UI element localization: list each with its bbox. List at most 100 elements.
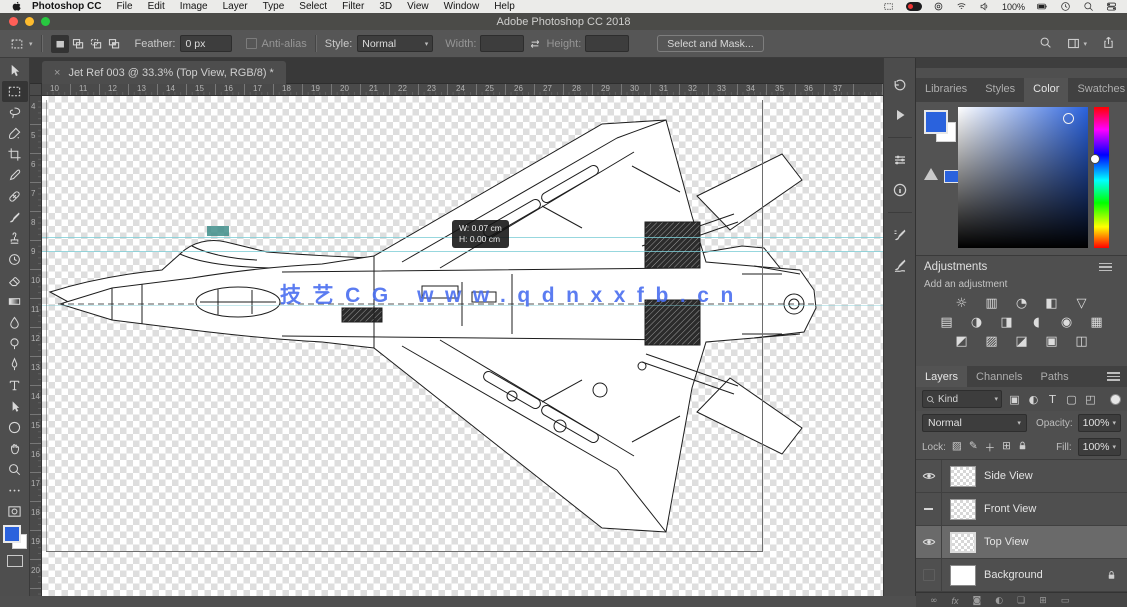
- anti-alias-checkbox[interactable]: Anti-alias: [246, 38, 306, 50]
- tab-libraries[interactable]: Libraries: [916, 78, 976, 102]
- close-icon[interactable]: ×: [54, 67, 60, 79]
- status-ring-icon[interactable]: [933, 1, 945, 12]
- tab-paths[interactable]: Paths: [1032, 366, 1078, 387]
- zoom-tool[interactable]: [2, 459, 28, 480]
- saturation-brightness-picker[interactable]: [958, 107, 1088, 248]
- actions-panel-icon[interactable]: [887, 102, 913, 128]
- threshold-icon[interactable]: ◪: [1010, 333, 1034, 350]
- channel-mixer-icon[interactable]: ◉: [1055, 314, 1079, 331]
- apple-menu-icon[interactable]: [10, 1, 22, 12]
- curves-icon[interactable]: ◔: [1010, 295, 1034, 312]
- hue-saturation-icon[interactable]: ▤: [935, 314, 959, 331]
- filter-pixel-layers-icon[interactable]: ▣: [1006, 391, 1023, 407]
- gradient-tool[interactable]: [2, 291, 28, 312]
- move-tool[interactable]: [2, 60, 28, 81]
- horizontal-ruler[interactable]: 1011121314151617181920212223242526272829…: [42, 84, 883, 96]
- marquee-tool[interactable]: [2, 81, 28, 102]
- filter-kind-select[interactable]: Kind ▾: [922, 390, 1002, 408]
- info-panel-icon[interactable]: [887, 177, 913, 203]
- filter-shape-layers-icon[interactable]: ▢: [1063, 391, 1080, 407]
- quick-mask-button[interactable]: [2, 501, 28, 522]
- add-to-selection-mode-button[interactable]: [69, 35, 87, 53]
- selective-color-icon[interactable]: ▣: [1040, 333, 1064, 350]
- history-brush-tool[interactable]: [2, 249, 28, 270]
- path-selection-tool[interactable]: [2, 396, 28, 417]
- clock-icon[interactable]: [1059, 1, 1071, 12]
- layer-name[interactable]: Top View: [984, 536, 1127, 548]
- eyedropper-tool[interactable]: [2, 165, 28, 186]
- layer-thumbnail[interactable]: [950, 466, 976, 487]
- lock-artboard-icon[interactable]: ⊞: [1002, 440, 1011, 455]
- quick-selection-tool[interactable]: [2, 123, 28, 144]
- menu-file[interactable]: File: [116, 1, 132, 12]
- hue-slider[interactable]: [1094, 107, 1109, 248]
- pen-tool[interactable]: [2, 354, 28, 375]
- filter-smart-objects-icon[interactable]: ◰: [1082, 391, 1099, 407]
- filter-toggle[interactable]: [1110, 394, 1121, 405]
- menu-3d[interactable]: 3D: [379, 1, 392, 12]
- spotlight-search-icon[interactable]: [1082, 1, 1094, 12]
- spot-healing-tool[interactable]: [2, 186, 28, 207]
- levels-icon[interactable]: ▥: [980, 295, 1004, 312]
- color-lookup-icon[interactable]: ▦: [1085, 314, 1109, 331]
- layer-visibility-toggle[interactable]: [916, 559, 942, 591]
- layer-visibility-toggle[interactable]: [916, 526, 942, 558]
- tool-preset-icon[interactable]: [8, 35, 26, 53]
- tab-styles[interactable]: Styles: [976, 78, 1024, 102]
- lock-image-pixels-icon[interactable]: ✎: [969, 440, 978, 455]
- vibrance-icon[interactable]: ▽: [1070, 295, 1094, 312]
- gamut-warning-icon[interactable]: [924, 168, 938, 180]
- photo-filter-icon[interactable]: ◖: [1025, 314, 1049, 331]
- invert-icon[interactable]: ◩: [950, 333, 974, 350]
- filter-type-layers-icon[interactable]: T: [1044, 391, 1061, 407]
- tab-channels[interactable]: Channels: [967, 366, 1031, 387]
- document-tab[interactable]: × Jet Ref 003 @ 33.3% (Top View, RGB/8) …: [42, 61, 286, 84]
- layer-row-front-view[interactable]: Front View: [916, 493, 1127, 526]
- height-input[interactable]: [585, 35, 629, 52]
- color-picker-indicator[interactable]: [1063, 113, 1074, 124]
- black-white-icon[interactable]: ◨: [995, 314, 1019, 331]
- lock-all-icon[interactable]: [1017, 440, 1028, 454]
- crop-tool[interactable]: [2, 144, 28, 165]
- menu-photoshop-cc[interactable]: Photoshop CC: [32, 1, 101, 12]
- menu-type[interactable]: Type: [263, 1, 285, 12]
- search-icon[interactable]: [1039, 36, 1052, 52]
- select-and-mask-button[interactable]: Select and Mask...: [657, 35, 763, 52]
- tab-swatches[interactable]: Swatches: [1068, 78, 1127, 102]
- new-layer-icon[interactable]: ⊞: [1039, 596, 1047, 607]
- layer-style-icon[interactable]: fx: [952, 596, 959, 607]
- brush-tool[interactable]: [2, 207, 28, 228]
- layer-thumbnail[interactable]: [950, 565, 976, 586]
- swap-width-height-icon[interactable]: [526, 35, 544, 53]
- exposure-icon[interactable]: ◧: [1040, 295, 1064, 312]
- layer-group-icon[interactable]: ❏: [1017, 596, 1025, 607]
- panel-menu-icon[interactable]: [1099, 261, 1112, 274]
- dodge-tool[interactable]: [2, 333, 28, 354]
- brush-settings-panel-icon[interactable]: [887, 222, 913, 248]
- wifi-icon[interactable]: [956, 1, 968, 12]
- menu-help[interactable]: Help: [494, 1, 515, 12]
- type-tool[interactable]: [2, 375, 28, 396]
- layer-name[interactable]: Side View: [984, 470, 1127, 482]
- delete-layer-icon[interactable]: ▭: [1061, 596, 1070, 607]
- layer-mask-icon[interactable]: ◙: [973, 596, 982, 607]
- menu-layer[interactable]: Layer: [223, 1, 248, 12]
- intersect-selection-mode-button[interactable]: [105, 35, 123, 53]
- subtract-selection-mode-button[interactable]: [87, 35, 105, 53]
- color-balance-icon[interactable]: ◑: [965, 314, 989, 331]
- screen-record-icon[interactable]: [906, 2, 922, 11]
- hand-tool[interactable]: [2, 438, 28, 459]
- ruler-corner[interactable]: [30, 84, 42, 96]
- style-select[interactable]: Normal ▾: [357, 35, 433, 52]
- menu-image[interactable]: Image: [180, 1, 208, 12]
- history-panel-icon[interactable]: [887, 72, 913, 98]
- ellipse-tool[interactable]: [2, 417, 28, 438]
- link-layers-icon[interactable]: ∞: [930, 596, 938, 607]
- layer-name[interactable]: Background: [984, 569, 1106, 581]
- brushes-panel-icon[interactable]: [887, 252, 913, 278]
- feather-input[interactable]: 0 px: [180, 35, 232, 52]
- foreground-color-swatch[interactable]: [3, 525, 21, 543]
- menu-window[interactable]: Window: [444, 1, 480, 12]
- panel-foreground-swatch[interactable]: [924, 110, 948, 134]
- width-input[interactable]: [480, 35, 524, 52]
